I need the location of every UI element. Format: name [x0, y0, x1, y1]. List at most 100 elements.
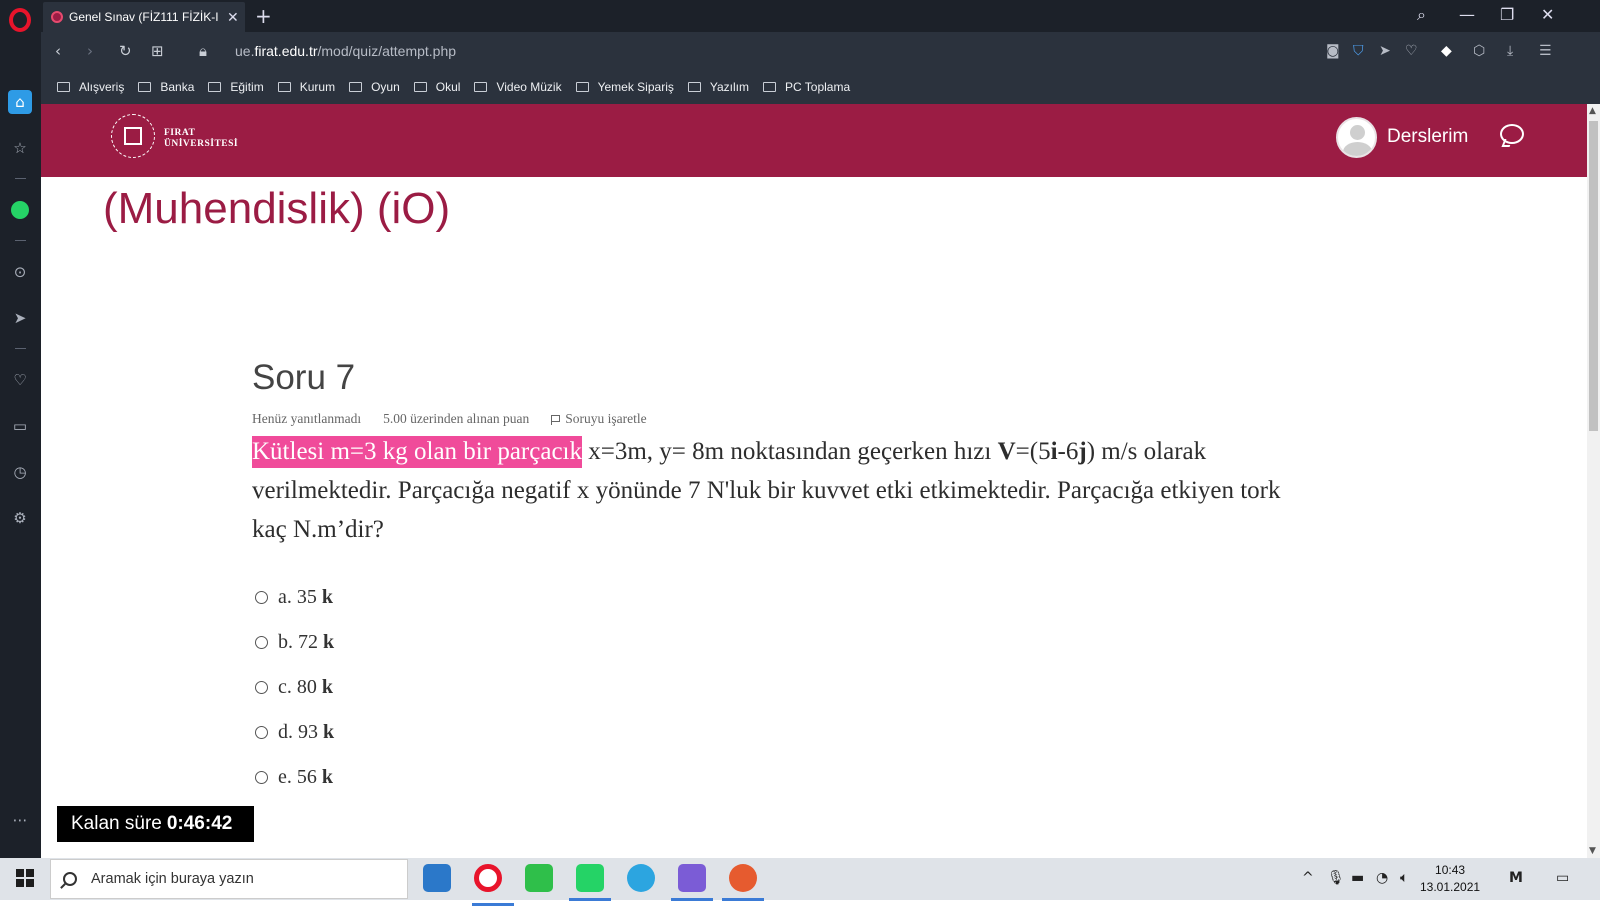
vpn-badge-icon[interactable]: ◆	[1441, 43, 1452, 59]
opera-sidebar: ⌂ ☆ ⊙ ➤ ♡ ▭ ◷ ⚙ ⋯	[0, 0, 41, 858]
scroll-down-icon[interactable]: ▼	[1589, 846, 1596, 856]
speed-dial-home-icon[interactable]: ⌂	[8, 90, 32, 114]
radio-button[interactable]	[255, 681, 268, 694]
folder-icon	[57, 82, 70, 92]
answer-label[interactable]: b. 72 k	[278, 631, 334, 654]
bookmark-folder[interactable]: Yemek Sipariş	[575, 80, 674, 94]
user-avatar[interactable]	[1336, 117, 1377, 158]
answer-option-b[interactable]: b. 72 k	[255, 631, 334, 676]
whatsapp-app-icon[interactable]	[569, 864, 611, 901]
player-icon[interactable]: ⊙	[8, 260, 32, 284]
highlighted-text: Kütlesi m=3 kg olan bir parçacık	[252, 436, 582, 468]
answer-option-d[interactable]: d. 93 k	[255, 721, 334, 766]
battery-icon[interactable]: ▬	[1351, 870, 1364, 886]
question-status: Henüz yanıtlanmadı	[252, 411, 362, 426]
paint-app-icon[interactable]	[722, 864, 764, 901]
opera-app-icon[interactable]	[472, 864, 514, 906]
heart-icon[interactable]: ♡	[8, 368, 32, 392]
radio-button[interactable]	[255, 726, 268, 739]
radio-button[interactable]	[255, 771, 268, 784]
sidebar-divider	[15, 240, 26, 241]
page-scrollbar[interactable]: ▲ ▼	[1587, 104, 1600, 858]
answer-label[interactable]: e. 56 k	[278, 766, 333, 789]
bookmark-folder[interactable]: Kurum	[277, 80, 335, 94]
reload-icon[interactable]: ↻	[119, 42, 132, 60]
wifi-icon[interactable]: ◔	[1376, 870, 1388, 886]
url-field[interactable]: ue.firat.edu.tr/mod/quiz/attempt.php	[235, 43, 456, 59]
windows-taskbar: Aramak için buraya yazın ^ 🎙︎ ▬ ◔ 🔈︎ 10:…	[0, 858, 1600, 906]
tray-chevron-up-icon[interactable]: ^	[1302, 870, 1314, 886]
restore-icon[interactable]: ❐	[1500, 5, 1514, 24]
windows-start-icon[interactable]	[16, 869, 34, 887]
more-dots-icon[interactable]: ⋯	[8, 808, 32, 832]
settings-gear-icon[interactable]: ⚙	[8, 506, 32, 530]
mail-app-icon[interactable]	[423, 864, 451, 892]
bookmark-folder[interactable]: Eğitim	[208, 80, 264, 94]
flag-icon	[551, 415, 561, 425]
answer-label[interactable]: a. 35 k	[278, 586, 333, 609]
opera-logo-icon[interactable]	[9, 8, 31, 32]
lock-icon[interactable]: 🔒︎	[199, 42, 207, 60]
bookmark-folder[interactable]: Alışveriş	[57, 80, 124, 94]
folder-icon	[138, 82, 152, 92]
tab-grid-icon[interactable]: ⊞	[151, 42, 164, 60]
tabs-icon[interactable]: ▭	[8, 414, 32, 438]
university-seal-icon[interactable]	[111, 114, 155, 158]
bookmark-folder[interactable]: Okul	[413, 80, 460, 94]
heart-icon[interactable]: ♡	[1405, 43, 1418, 59]
course-title: (Muhendislik) (iO)	[103, 184, 451, 233]
shield-icon[interactable]: ⛉	[1353, 43, 1364, 59]
folder-icon	[762, 82, 776, 92]
bookmark-folder[interactable]: Oyun	[349, 80, 400, 94]
answer-label[interactable]: c. 80 k	[278, 676, 333, 699]
bookmark-folder[interactable]: Yazılım	[687, 80, 749, 94]
easy-setup-icon[interactable]: ☰	[1539, 43, 1552, 59]
answer-label[interactable]: d. 93 k	[278, 721, 334, 744]
folder-icon	[474, 82, 488, 92]
scroll-up-icon[interactable]: ▲	[1589, 106, 1596, 116]
site-header: FIRAT ÜNİVERSİTESİ Derslerim	[41, 104, 1587, 177]
new-tab-button[interactable]: +	[255, 4, 272, 28]
scroll-thumb[interactable]	[1589, 121, 1598, 431]
messages-chat-icon[interactable]	[1500, 124, 1524, 144]
whatsapp-icon[interactable]	[8, 198, 32, 222]
cube-icon[interactable]: ⬡	[1473, 43, 1485, 59]
radio-button[interactable]	[255, 591, 268, 604]
send-icon[interactable]: ➤	[1379, 43, 1391, 59]
app-tray-icon[interactable]: M	[1509, 870, 1523, 886]
telegram-app-icon[interactable]	[627, 864, 655, 892]
answer-option-a[interactable]: a. 35 k	[255, 586, 334, 631]
snapshot-camera-icon[interactable]: ◙	[1326, 43, 1340, 59]
minimize-icon[interactable]: —	[1459, 5, 1475, 24]
volume-icon[interactable]: 🔈︎	[1400, 870, 1408, 886]
bookmark-folder[interactable]: Banka	[138, 80, 194, 94]
back-icon[interactable]: ‹	[55, 42, 61, 60]
taskbar-search-input[interactable]: Aramak için buraya yazın	[50, 859, 408, 899]
bookmarks-star-icon[interactable]: ☆	[8, 136, 32, 160]
system-clock[interactable]: 10:43 13.01.2021	[1420, 862, 1480, 896]
history-clock-icon[interactable]: ◷	[8, 460, 32, 484]
close-window-icon[interactable]: ✕	[1541, 5, 1554, 24]
forward-icon[interactable]: ›	[87, 42, 93, 60]
answer-option-e[interactable]: e. 56 k	[255, 766, 334, 811]
folder-icon	[413, 82, 427, 92]
tab-title: Genel Sınav (FİZ111 FİZİK-I	[69, 10, 219, 24]
flag-question-link[interactable]: Soruyu işaretle	[551, 411, 668, 427]
search-icon[interactable]: ⌕	[1417, 5, 1426, 25]
flow-send-icon[interactable]: ➤	[8, 306, 32, 330]
microphone-icon[interactable]: 🎙︎	[1327, 870, 1345, 886]
notifications-icon[interactable]: ▭	[1556, 870, 1569, 886]
close-tab-icon[interactable]: ✕	[227, 9, 239, 26]
university-logo-text[interactable]: FIRAT ÜNİVERSİTESİ	[164, 128, 238, 150]
address-bar: ‹ › ↻ ⊞ 🔒︎ ue.firat.edu.tr/mod/quiz/atte…	[41, 32, 1600, 70]
green-app-icon[interactable]	[525, 864, 553, 892]
bookmark-folder[interactable]: PC Toplama	[762, 80, 850, 94]
nav-derslerim-link[interactable]: Derslerim	[1387, 126, 1468, 148]
tab-quiz[interactable]: Genel Sınav (FİZ111 FİZİK-I ✕	[43, 2, 245, 32]
radio-button[interactable]	[255, 636, 268, 649]
download-icon[interactable]: ⤓	[1507, 43, 1513, 59]
answer-option-c[interactable]: c. 80 k	[255, 676, 334, 721]
media-app-icon[interactable]	[671, 864, 713, 901]
page-content: FIRAT ÜNİVERSİTESİ Derslerim (Muhendisli…	[41, 104, 1587, 858]
bookmark-folder[interactable]: Video Müzik	[474, 80, 562, 94]
